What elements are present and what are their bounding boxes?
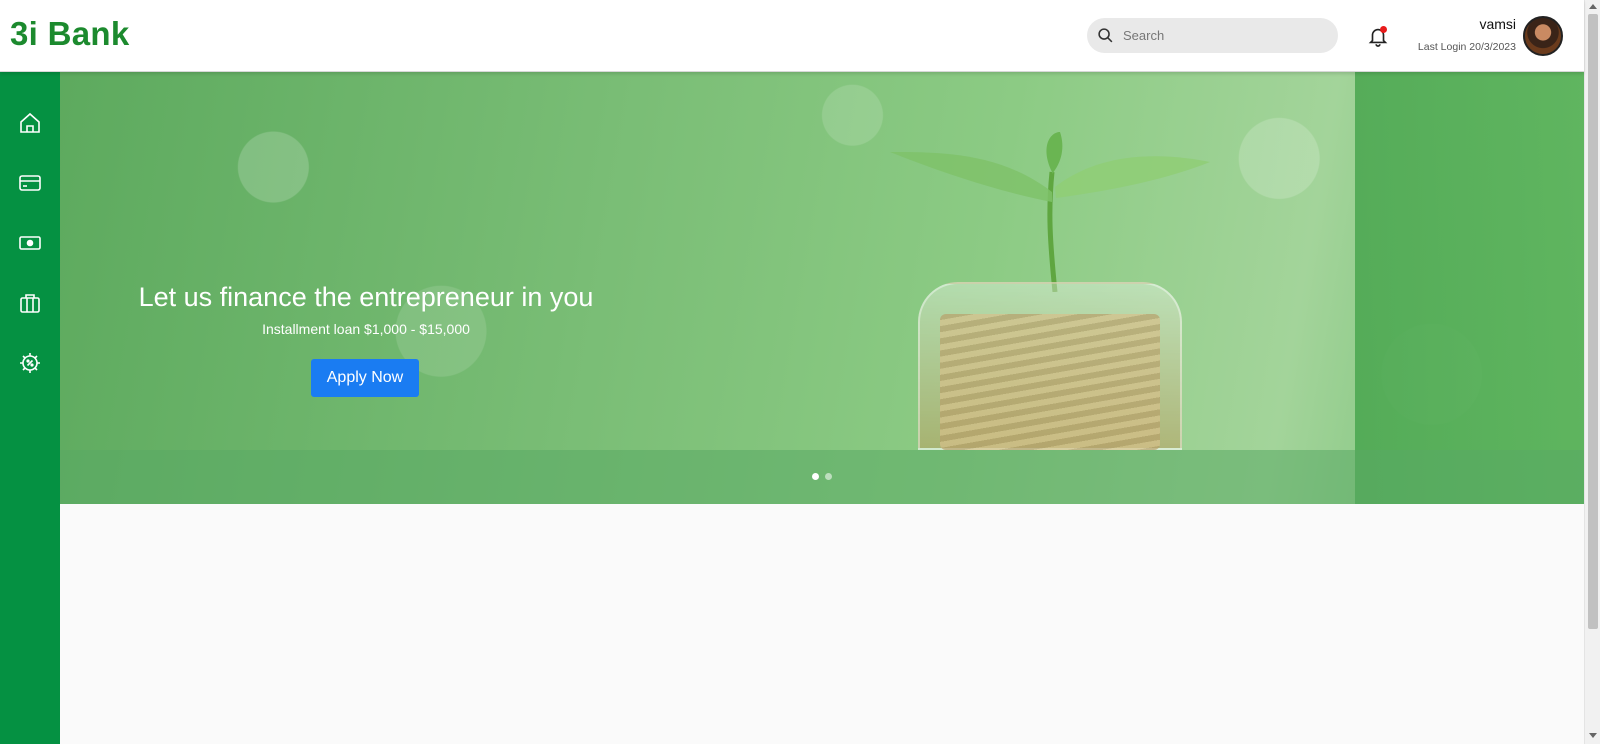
sidebar-item-cards[interactable]: [18, 171, 42, 195]
search-box[interactable]: [1087, 18, 1338, 53]
brand-logo[interactable]: 3i Bank: [10, 15, 130, 53]
last-login: Last Login 20/3/2023: [1417, 41, 1516, 53]
banner-subtitle: Installment loan $1,000 - $15,000: [262, 321, 470, 337]
briefcase-icon: [20, 294, 40, 313]
notifications-button[interactable]: [1367, 25, 1389, 47]
scroll-up-arrow[interactable]: [1589, 4, 1597, 9]
carousel-dot-2[interactable]: [825, 473, 832, 480]
avatar[interactable]: [1523, 16, 1563, 56]
home-icon: [20, 112, 40, 133]
sidebar: [0, 72, 60, 744]
banner-title: Let us finance the entrepreneur in you: [138, 282, 594, 312]
search-icon: [1098, 28, 1113, 43]
user-name: vamsi: [1479, 16, 1516, 32]
settings-percent-icon: [20, 353, 40, 373]
plant-illustration: [890, 132, 1210, 292]
search-input[interactable]: [1123, 28, 1323, 43]
user-info[interactable]: vamsi Last Login 20/3/2023: [1418, 16, 1516, 53]
sidebar-item-business[interactable]: [18, 291, 42, 315]
scroll-thumb[interactable]: [1588, 14, 1598, 629]
promo-carousel[interactable]: Let us finance the entrepreneur in you I…: [60, 72, 1584, 504]
carousel-dot-1[interactable]: [812, 473, 819, 480]
carousel-indicators: [812, 473, 832, 480]
sidebar-item-home[interactable]: [18, 111, 42, 135]
card-icon: [19, 175, 41, 191]
apply-now-button[interactable]: Apply Now: [311, 359, 419, 397]
notification-badge: [1380, 26, 1387, 33]
page-scrollbar[interactable]: [1584, 0, 1600, 744]
sidebar-item-settings[interactable]: [18, 351, 42, 375]
scroll-down-arrow[interactable]: [1589, 733, 1597, 738]
coin-jar-image: [918, 282, 1182, 450]
sidebar-item-payments[interactable]: [18, 231, 42, 255]
cash-icon: [19, 236, 41, 250]
top-bar: 3i Bank vamsi Last Login 20/3/2023: [0, 0, 1584, 72]
